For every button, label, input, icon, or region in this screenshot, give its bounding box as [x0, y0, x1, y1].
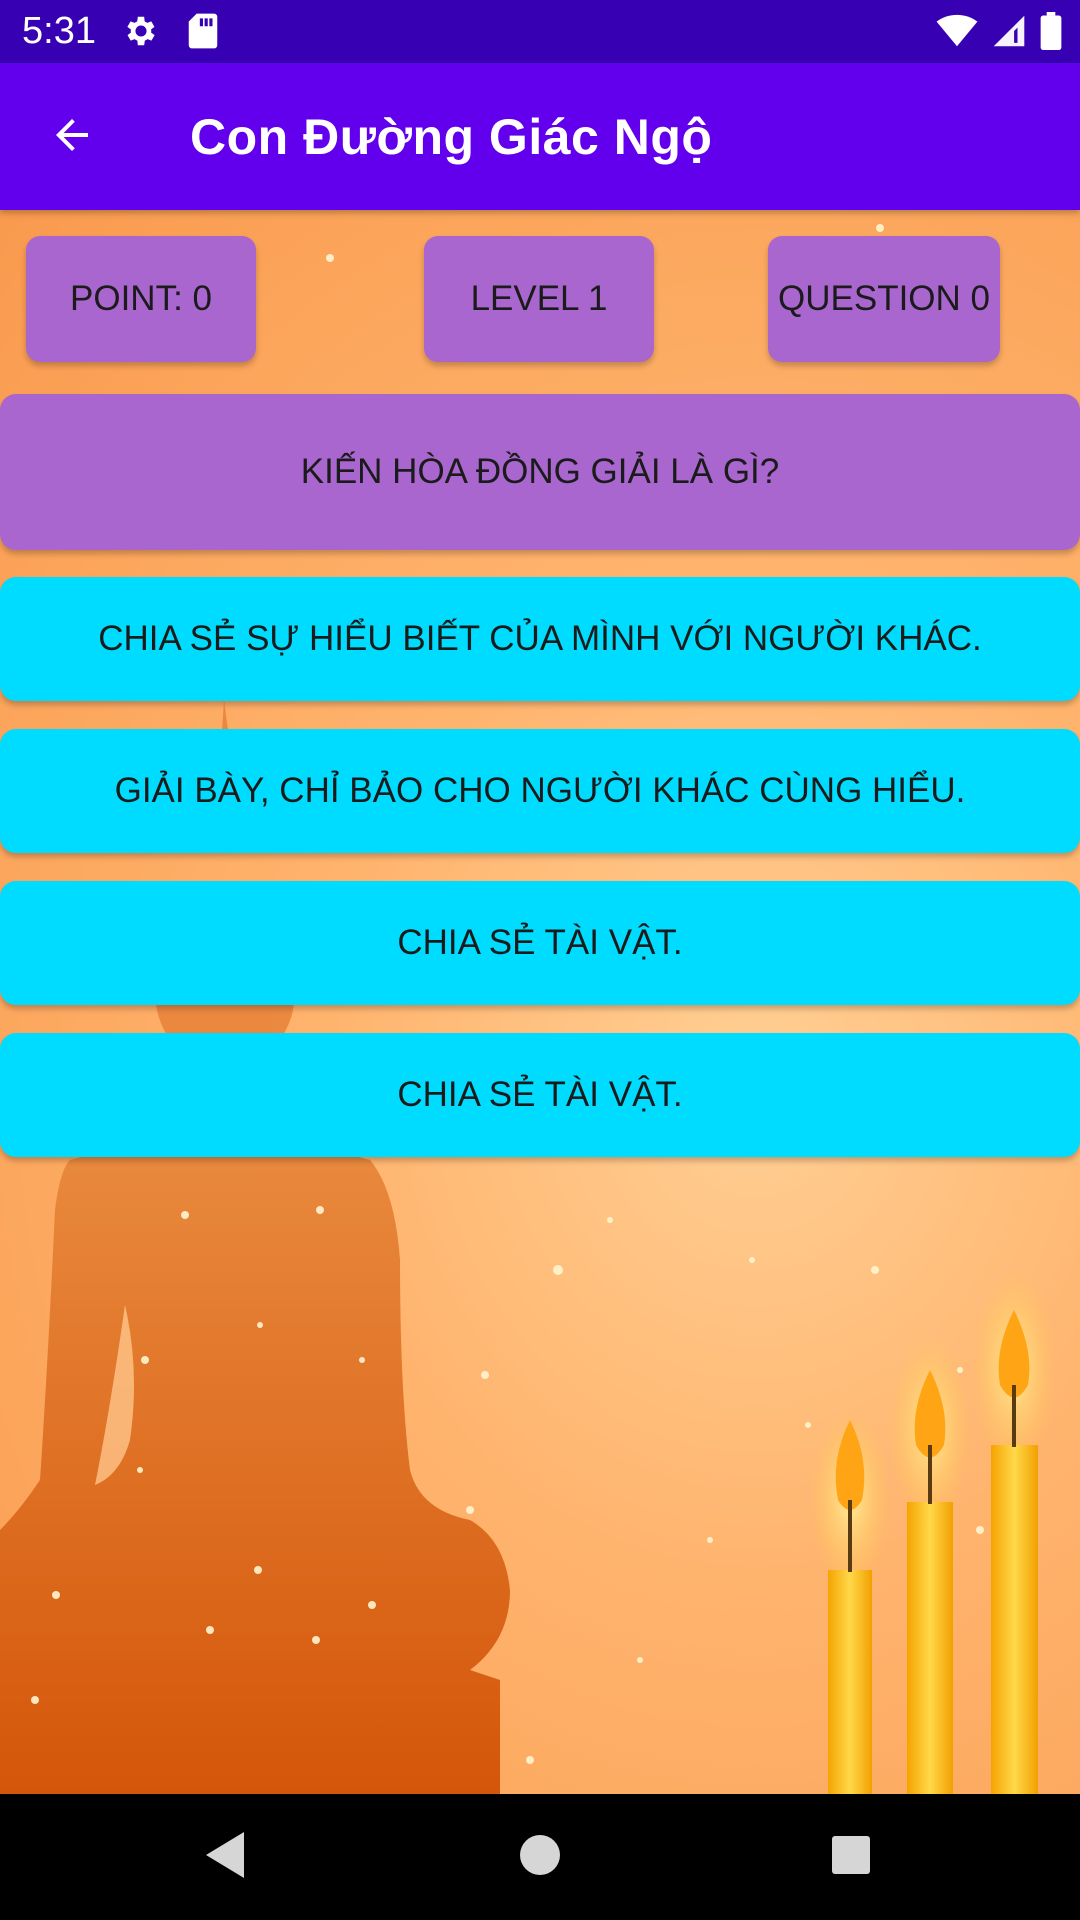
page-title: Con Đường Giác Ngộ — [190, 109, 713, 165]
status-icons-left — [122, 12, 220, 55]
answer-button-4[interactable]: CHIA SẺ TÀI VẬT. — [0, 1033, 1080, 1157]
answer-label: GIẢI BÀY, CHỈ BẢO CHO NGƯỜI KHÁC CÙNG HI… — [114, 771, 966, 810]
point-chip: POINT: 0 — [26, 236, 256, 362]
recents-square-icon — [830, 1834, 872, 1881]
answer-label: CHIA SẺ TÀI VẬT. — [397, 1075, 683, 1114]
app-bar: Con Đường Giác Ngộ — [0, 63, 1080, 210]
answer-button-3[interactable]: CHIA SẺ TÀI VẬT. — [0, 881, 1080, 1005]
settings-icon — [122, 12, 160, 55]
question-card: KIẾN HÒA ĐỒNG GIẢI LÀ GÌ? — [0, 394, 1080, 550]
home-circle-icon — [518, 1833, 562, 1882]
candles — [810, 1270, 1056, 1794]
answer-button-2[interactable]: GIẢI BÀY, CHỈ BẢO CHO NGƯỜI KHÁC CÙNG HI… — [0, 729, 1080, 853]
level-chip: LEVEL 1 — [424, 236, 654, 362]
status-bar: 5:31 — [0, 0, 1080, 63]
question-count-chip: QUESTION 0 — [768, 236, 1000, 362]
question-text: KIẾN HÒA ĐỒNG GIẢI LÀ GÌ? — [300, 452, 780, 491]
wifi-icon — [936, 14, 978, 53]
status-icons-right — [936, 12, 1062, 55]
cell-signal-icon — [992, 14, 1026, 53]
nav-back-button[interactable] — [190, 1822, 260, 1892]
status-time: 5:31 — [22, 10, 96, 52]
level-label: LEVEL 1 — [470, 279, 608, 318]
answer-label: CHIA SẺ SỰ HIỂU BIẾT CỦA MÌNH VỚI NGƯỜI … — [98, 619, 982, 658]
back-triangle-icon — [202, 1830, 248, 1885]
back-button[interactable] — [40, 105, 104, 169]
nav-home-button[interactable] — [505, 1822, 575, 1892]
nav-recents-button[interactable] — [816, 1822, 886, 1892]
quiz-screen: 5:31 Con Đường Giác Ngộ POINT: 0 LEVEL 1… — [0, 0, 1080, 1920]
answer-button-1[interactable]: CHIA SẺ SỰ HIỂU BIẾT CỦA MÌNH VỚI NGƯỜI … — [0, 577, 1080, 701]
answer-label: CHIA SẺ TÀI VẬT. — [397, 923, 683, 962]
point-label: POINT: 0 — [70, 279, 212, 318]
system-nav-bar — [0, 1794, 1080, 1920]
battery-icon — [1040, 12, 1062, 55]
quiz-content: POINT: 0 LEVEL 1 QUESTION 0 KIẾN HÒA ĐỒN… — [0, 210, 1080, 1794]
question-count-label: QUESTION 0 — [778, 279, 990, 318]
arrow-back-icon — [48, 111, 96, 164]
sd-card-icon — [186, 12, 220, 55]
